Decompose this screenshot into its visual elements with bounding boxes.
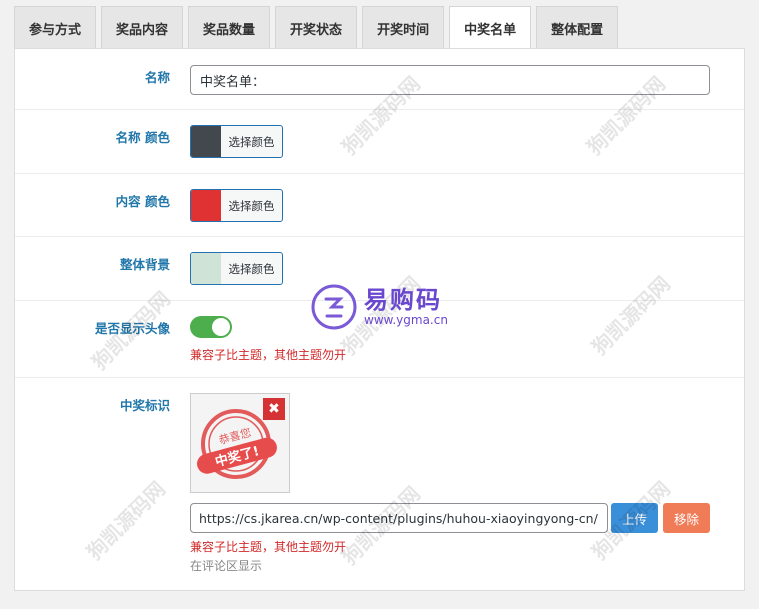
name-input[interactable] [190,65,710,95]
content-color-button-label: 选择颜色 [228,198,275,213]
name-color-swatch [191,126,221,157]
content-color-swatch [191,190,221,221]
name-label: 名称 [144,70,170,85]
toggle-knob [212,318,230,336]
badge-sub-hint: 在评论区显示 [190,559,263,573]
row-name-color: 名称 颜色 选择颜色 [15,110,744,174]
badge-label: 中奖标识 [119,398,170,413]
tab-draw-time[interactable]: 开奖时间 [362,6,445,49]
remove-image-icon[interactable]: ✖ [263,398,285,420]
name-color-label: 名称 颜色 [115,130,170,145]
tab-participation[interactable]: 参与方式 [14,6,97,49]
row-show-avatar: 是否显示头像 兼容子比主题，其他主题勿开 [15,301,744,378]
show-avatar-hint: 兼容子比主题，其他主题勿开 [190,348,347,362]
row-name: 名称 [15,49,744,110]
badge-image-preview: 恭喜您 中奖了! ✖ [190,393,290,493]
upload-button[interactable]: 上传 [611,503,658,533]
tab-prize-quantity[interactable]: 奖品数量 [188,6,271,49]
settings-panel: 名称 名称 颜色 选择颜色 内容 颜色 选择颜色 整体背景 选择颜色 是否显示头… [14,48,745,591]
row-badge: 中奖标识 恭喜您 中奖了! ✖ 上传 移除 兼容子比主题，其他主题勿开 在评论区… [15,378,744,590]
remove-button[interactable]: 移除 [663,503,710,533]
name-color-button-label: 选择颜色 [228,134,275,149]
tab-draw-status[interactable]: 开奖状态 [275,6,358,49]
tab-winner-list[interactable]: 中奖名单 [449,6,532,50]
background-color-swatch [191,253,221,284]
background-label: 整体背景 [119,257,170,272]
background-color-button-label: 选择颜色 [228,261,275,276]
tab-prize-content[interactable]: 奖品内容 [101,6,184,49]
show-avatar-label: 是否显示头像 [94,321,170,336]
tab-overall-config[interactable]: 整体配置 [536,6,619,49]
content-color-picker-button[interactable]: 选择颜色 [190,189,283,222]
content-color-label: 内容 颜色 [115,194,170,209]
row-background: 整体背景 选择颜色 [15,237,744,301]
background-color-picker-button[interactable]: 选择颜色 [190,252,283,285]
row-content-color: 内容 颜色 选择颜色 [15,174,744,237]
name-color-picker-button[interactable]: 选择颜色 [190,125,283,158]
tab-bar: 参与方式 奖品内容 奖品数量 开奖状态 开奖时间 中奖名单 整体配置 [14,6,623,50]
show-avatar-toggle[interactable] [190,316,232,338]
badge-url-input[interactable] [190,503,608,533]
badge-hint: 兼容子比主题，其他主题勿开 [190,540,347,554]
